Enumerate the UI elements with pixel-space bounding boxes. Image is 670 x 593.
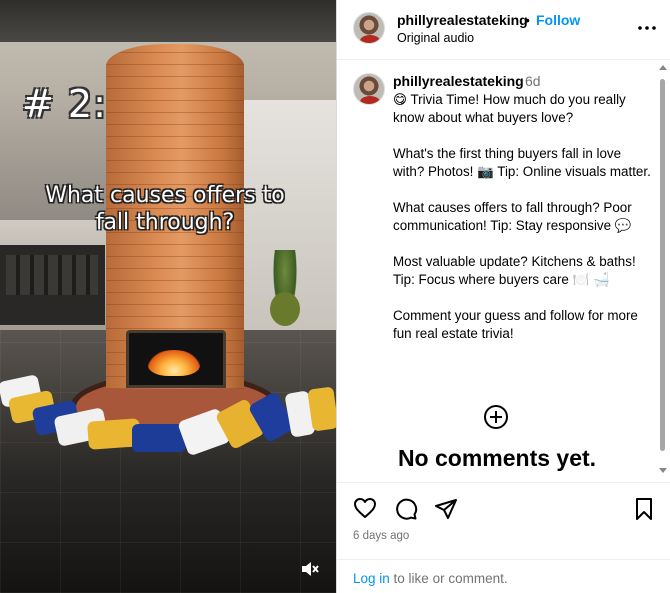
speaker-muted-icon[interactable] [300,560,320,578]
avatar[interactable] [353,73,385,105]
video-scene-cushion [132,424,186,452]
video-player[interactable]: # 2: What causes offers to fall through? [0,0,336,593]
login-prompt: Log in to like or comment. [353,571,508,586]
separator-dot: • [525,12,530,28]
caption-time[interactable]: 6d [525,73,541,89]
caption-paragraph: Most valuable update? Kitchens & baths! … [393,254,636,287]
no-comments-label: No comments yet. [397,445,597,471]
post-date[interactable]: 6 days ago [353,530,409,542]
comments-scrollbar[interactable] [657,61,669,481]
divider [337,559,670,560]
post-viewer: # 2: What causes offers to fall through?… [0,0,670,593]
header-username[interactable]: phillyrealestateking [397,12,528,28]
caption-username[interactable]: phillyrealestateking [393,73,524,89]
login-link[interactable]: Log in [353,571,390,586]
heart-icon[interactable] [353,497,377,524]
comment-bubble-icon[interactable] [394,497,418,526]
scrollbar-thumb[interactable] [660,79,665,451]
comments-scroll-area[interactable]: phillyrealestateking 6d 😋 Trivia Time! H… [337,61,670,481]
video-scene-pot [270,292,300,326]
plus-circle-icon[interactable] [484,405,508,429]
caption-paragraph: What's the first thing buyers fall in lo… [393,146,651,179]
caption-paragraph: What causes offers to fall through? Poor… [393,200,632,233]
caption-paragraph: Comment your guess and follow for more f… [393,308,638,341]
caption-paragraph: 😋 Trivia Time! How much do you really kn… [393,92,626,125]
video-overlay-question-line: What causes offers to [45,183,285,208]
bookmark-icon[interactable] [634,497,654,526]
caption-text: 😋 Trivia Time! How much do you really kn… [393,91,655,343]
send-icon[interactable] [434,497,458,526]
login-prompt-text: to like or comment. [389,571,508,586]
audio-label[interactable]: Original audio [397,31,474,45]
video-scene-fire [148,350,200,376]
video-overlay-question-line: fall through? [95,210,235,235]
more-options-icon[interactable] [637,20,657,36]
scroll-up-arrow-icon[interactable] [659,65,667,70]
video-scene-kitchen [0,245,105,325]
post-header: phillyrealestateking • Follow Original a… [337,0,670,60]
follow-button[interactable]: Follow [536,12,580,28]
avatar[interactable] [353,12,385,44]
post-actions: 6 days ago Log in to like or comment. [337,482,670,593]
post-details-panel: phillyrealestateking • Follow Original a… [336,0,670,593]
video-overlay-question: What causes offers to fall through? [30,182,300,236]
scroll-down-arrow-icon[interactable] [659,468,667,473]
video-scene-top [0,0,336,42]
video-scene-cushion [307,386,336,432]
video-overlay-number: # 2: [22,82,107,126]
